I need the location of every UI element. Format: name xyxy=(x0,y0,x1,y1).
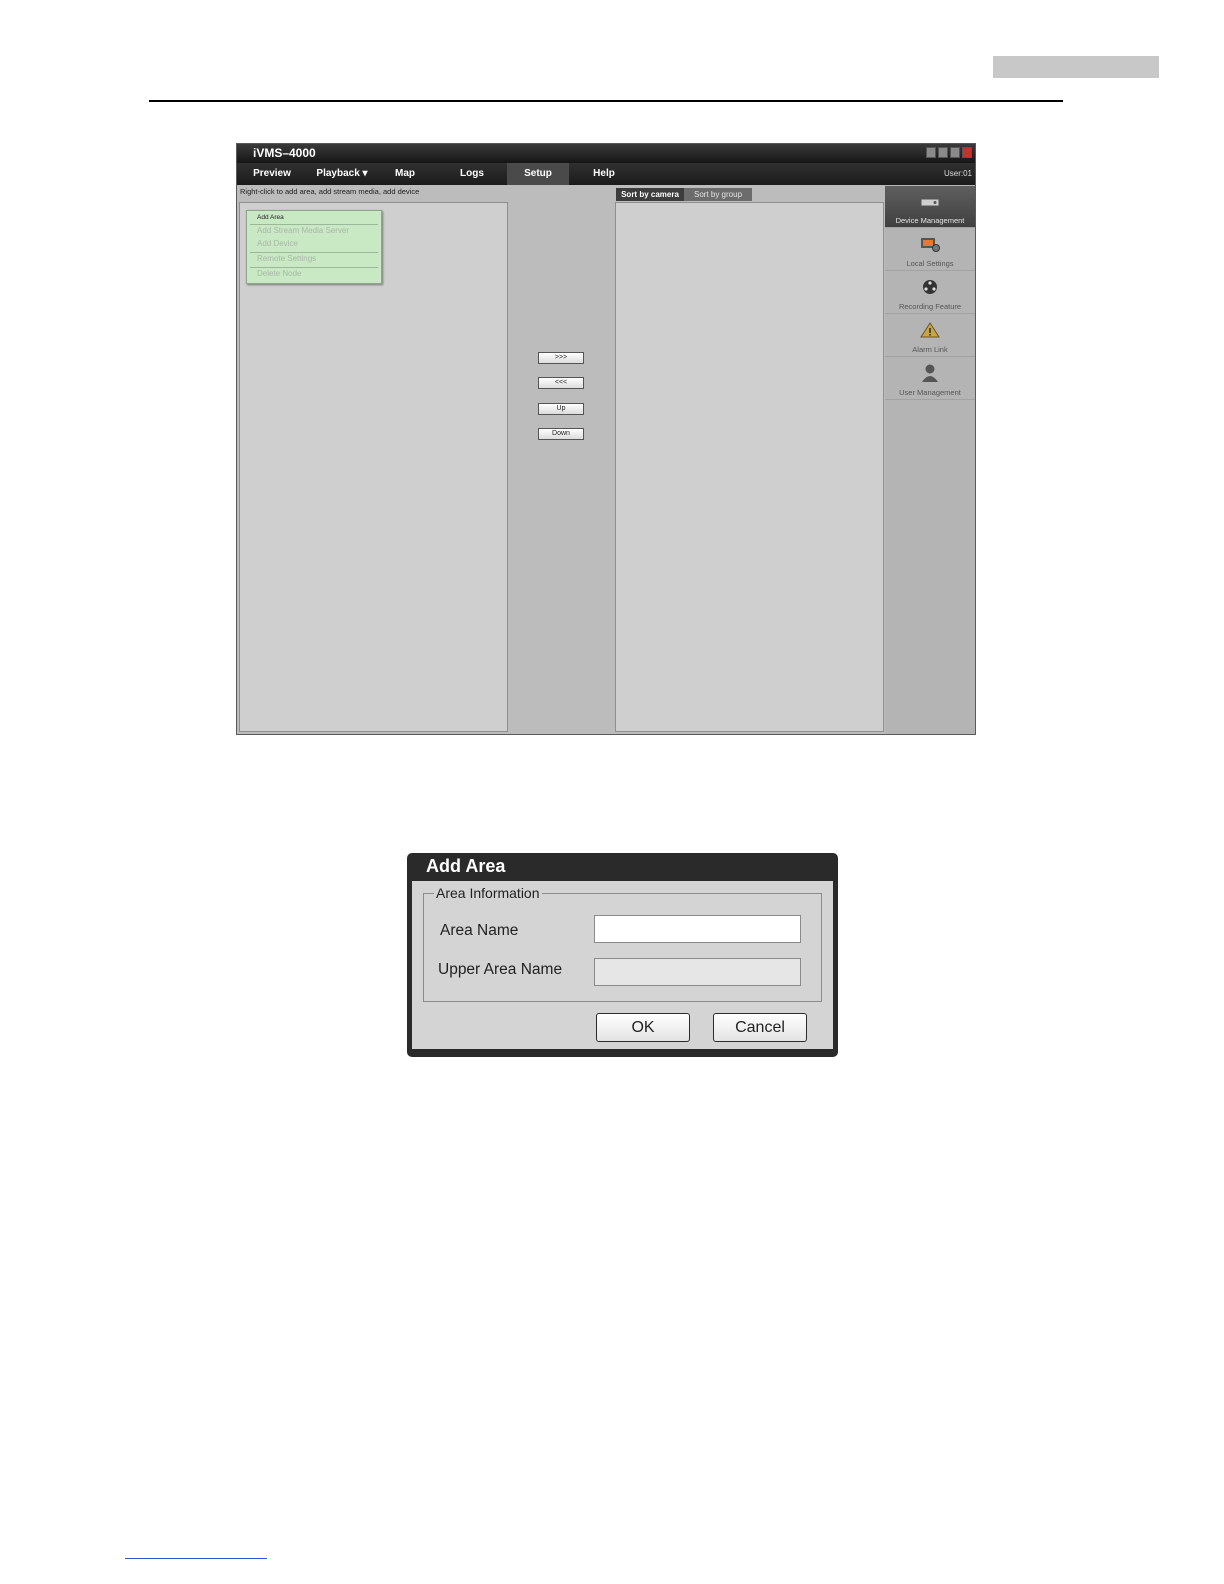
hint-text: Right-click to add area, add stream medi… xyxy=(240,187,420,196)
sidebar-item-label: User Management xyxy=(899,388,961,397)
sidebar-item-local-settings[interactable]: Local Settings xyxy=(885,229,975,271)
menu-playback[interactable]: Playback ▾ xyxy=(307,163,377,185)
tab-sort-by-camera[interactable]: Sort by camera xyxy=(616,188,684,201)
dialog-body: Area Information Area Name Upper Area Na… xyxy=(412,881,833,1049)
header-badge xyxy=(993,56,1159,78)
area-information-group: Area Information Area Name Upper Area Na… xyxy=(423,885,822,1002)
ctx-separator xyxy=(250,224,378,225)
menu-bar: Preview Playback ▾ Map Logs Setup Help U… xyxy=(237,163,975,185)
upper-area-name-label: Upper Area Name xyxy=(438,961,563,978)
ivms-window: iVMS–4000 Preview Playback ▾ Map Logs Se… xyxy=(236,143,976,735)
ctx-delete-node[interactable]: Delete Node xyxy=(257,269,301,278)
group-legend: Area Information xyxy=(434,885,542,901)
move-right-button[interactable]: >>> xyxy=(538,352,584,364)
context-menu: Add Area Add Stream Media Server Add Dev… xyxy=(246,210,382,284)
area-tree-panel[interactable]: Add Area Add Stream Media Server Add Dev… xyxy=(239,202,508,732)
camera-list-panel[interactable] xyxy=(615,202,884,732)
menu-setup[interactable]: Setup xyxy=(507,163,569,185)
ctx-remote-settings[interactable]: Remote Settings xyxy=(257,254,316,263)
device-icon xyxy=(920,198,940,207)
app-title: iVMS–4000 xyxy=(253,146,316,160)
sidebar-item-device-management[interactable]: Device Management xyxy=(885,186,975,228)
current-user: User:01 xyxy=(943,169,972,178)
sidebar-item-label: Alarm Link xyxy=(912,345,948,354)
sidebar-item-alarm-link[interactable]: Alarm Link xyxy=(885,315,975,357)
ctx-separator xyxy=(250,267,378,268)
ctx-add-area[interactable]: Add Area xyxy=(257,214,284,221)
add-area-dialog: Add Area Area Information Area Name Uppe… xyxy=(407,853,838,1057)
menu-logs[interactable]: Logs xyxy=(441,163,503,185)
sidebar-item-user-management[interactable]: User Management xyxy=(885,358,975,400)
sidebar-item-label: Device Management xyxy=(895,216,965,225)
header-rule xyxy=(149,100,1063,102)
close-icon[interactable] xyxy=(962,147,972,158)
area-name-input[interactable] xyxy=(594,915,801,943)
user-icon[interactable] xyxy=(926,147,936,158)
up-button[interactable]: Up xyxy=(538,403,584,415)
lock-icon[interactable] xyxy=(938,147,948,158)
setup-sidebar: Device Management Local Settings Recordi… xyxy=(885,185,975,734)
title-bar: iVMS–4000 xyxy=(237,144,975,163)
user-icon xyxy=(922,364,938,382)
ctx-add-stream-media[interactable]: Add Stream Media Server xyxy=(257,226,349,235)
local-settings-icon xyxy=(921,238,940,252)
move-left-button[interactable]: <<< xyxy=(538,377,584,389)
tab-sort-by-group[interactable]: Sort by group xyxy=(684,188,752,201)
upper-area-name-input xyxy=(594,958,801,986)
sidebar-item-label: Recording Feature xyxy=(898,302,962,311)
menu-preview[interactable]: Preview xyxy=(239,163,305,185)
down-button[interactable]: Down xyxy=(538,428,584,440)
minimize-icon[interactable] xyxy=(950,147,960,158)
window-controls xyxy=(926,147,972,158)
area-name-label: Area Name xyxy=(440,922,519,939)
footer-link-underline xyxy=(125,1558,267,1559)
dialog-title: Add Area xyxy=(426,856,506,876)
ok-button[interactable]: OK xyxy=(596,1013,690,1042)
alarm-icon xyxy=(920,322,940,338)
ctx-separator xyxy=(250,252,378,253)
sidebar-item-label: Local Settings xyxy=(906,259,954,268)
menu-map[interactable]: Map xyxy=(379,163,431,185)
recording-icon xyxy=(923,280,937,294)
menu-help[interactable]: Help xyxy=(573,163,635,185)
cancel-button[interactable]: Cancel xyxy=(713,1013,807,1042)
ctx-add-device[interactable]: Add Device xyxy=(257,239,298,248)
sidebar-item-recording-feature[interactable]: Recording Feature xyxy=(885,272,975,314)
